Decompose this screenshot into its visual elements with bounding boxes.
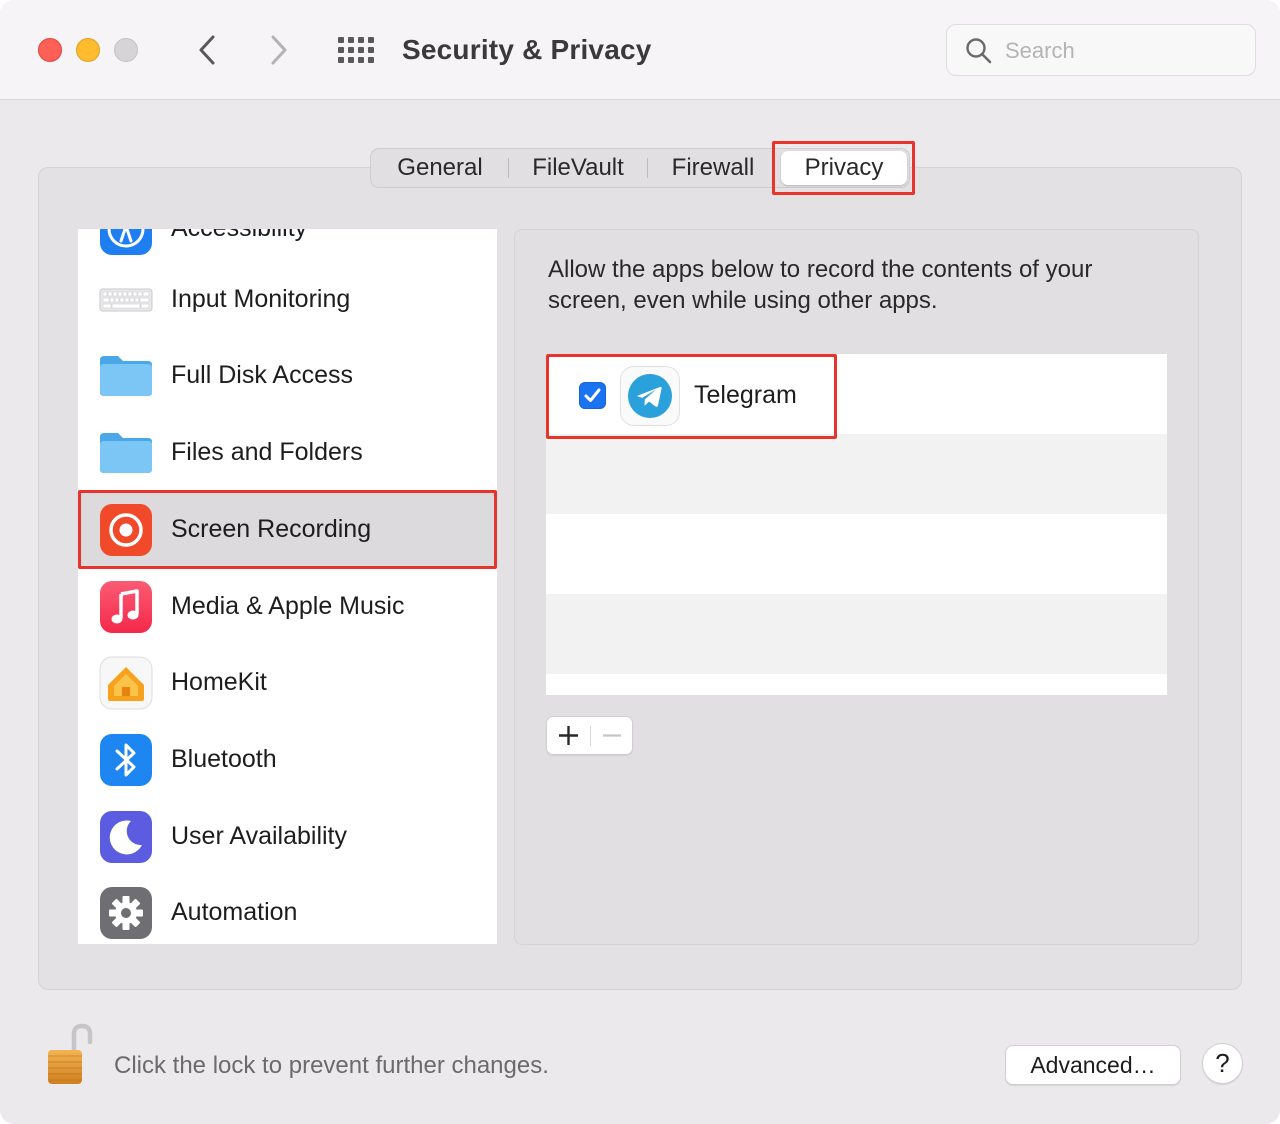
permission-description: Allow the apps below to record the conte… — [548, 256, 1093, 314]
keyboard-icon — [98, 272, 154, 328]
sidebar-item-user-availability[interactable]: User Availability — [78, 798, 497, 875]
accessibility-icon — [98, 229, 154, 257]
tab-firewall[interactable]: Firewall — [647, 149, 779, 187]
sidebar-item-files-and-folders[interactable]: Files and Folders — [78, 414, 497, 491]
tab-general[interactable]: General — [371, 149, 509, 187]
list-item — [546, 434, 1167, 514]
search-input[interactable] — [1005, 33, 1245, 69]
sidebar-item-media-apple-music[interactable]: Media & Apple Music — [78, 568, 497, 645]
help-button[interactable]: ? — [1202, 1043, 1243, 1084]
sidebar-item-automation[interactable]: Automation — [78, 874, 497, 944]
sidebar-item-homekit[interactable]: HomeKit — [78, 644, 497, 721]
unlocked-padlock-icon[interactable] — [44, 1022, 98, 1088]
grid-icon — [338, 37, 374, 63]
chevron-left-icon — [199, 35, 215, 65]
window-title: Security & Privacy — [402, 34, 652, 65]
music-icon — [98, 579, 154, 635]
moon-icon — [98, 809, 154, 865]
search-field[interactable] — [946, 24, 1256, 76]
plus-icon — [559, 726, 578, 745]
screen-recording-highlight — [78, 490, 497, 569]
sidebar-item-label: User Availability — [171, 822, 348, 850]
sidebar-item-label: Input Monitoring — [171, 285, 351, 313]
minus-icon — [603, 734, 621, 737]
sidebar-item-label: Automation — [171, 898, 298, 926]
list-item — [546, 594, 1167, 674]
forward-button[interactable] — [262, 30, 296, 70]
sidebar-item-label: Files and Folders — [171, 438, 363, 466]
security-privacy-window: Security & Privacy General FileVault Fir… — [0, 0, 1280, 1124]
search-icon — [965, 37, 993, 65]
chevron-right-icon — [271, 35, 287, 65]
show-all-grid-button[interactable] — [336, 34, 376, 66]
folder-icon — [98, 425, 154, 481]
gear-icon — [98, 885, 154, 941]
sidebar-item-input-monitoring[interactable]: Input Monitoring — [78, 261, 497, 338]
home-icon — [98, 655, 154, 711]
title-bar: Security & Privacy — [0, 0, 1280, 100]
sidebar-item-full-disk-access[interactable]: Full Disk Access — [78, 337, 497, 414]
sidebar-item-label: Bluetooth — [171, 745, 277, 773]
add-remove-control — [546, 716, 633, 755]
back-button[interactable] — [190, 30, 224, 70]
sidebar-item-label: HomeKit — [171, 668, 267, 696]
add-app-button[interactable] — [547, 717, 590, 754]
privacy-category-list[interactable]: Accessibility Input Monitoring — [78, 229, 497, 944]
sidebar-item-label: Full Disk Access — [171, 361, 353, 389]
telegram-row-highlight — [546, 354, 837, 439]
lock-status-text: Click the lock to prevent further change… — [114, 1052, 549, 1079]
tab-filevault[interactable]: FileVault — [509, 149, 647, 187]
list-item — [546, 674, 1167, 695]
minimize-window-button[interactable] — [76, 38, 100, 62]
sidebar-item-bluetooth[interactable]: Bluetooth — [78, 721, 497, 798]
advanced-button[interactable]: Advanced… — [1005, 1045, 1181, 1085]
remove-app-button[interactable] — [591, 717, 633, 754]
sidebar-item-label: Media & Apple Music — [171, 592, 405, 620]
list-item — [546, 514, 1167, 594]
close-window-button[interactable] — [38, 38, 62, 62]
bluetooth-icon — [98, 732, 154, 788]
folder-icon — [98, 348, 154, 404]
zoom-window-button[interactable] — [114, 38, 138, 62]
privacy-tab-highlight — [772, 141, 915, 195]
